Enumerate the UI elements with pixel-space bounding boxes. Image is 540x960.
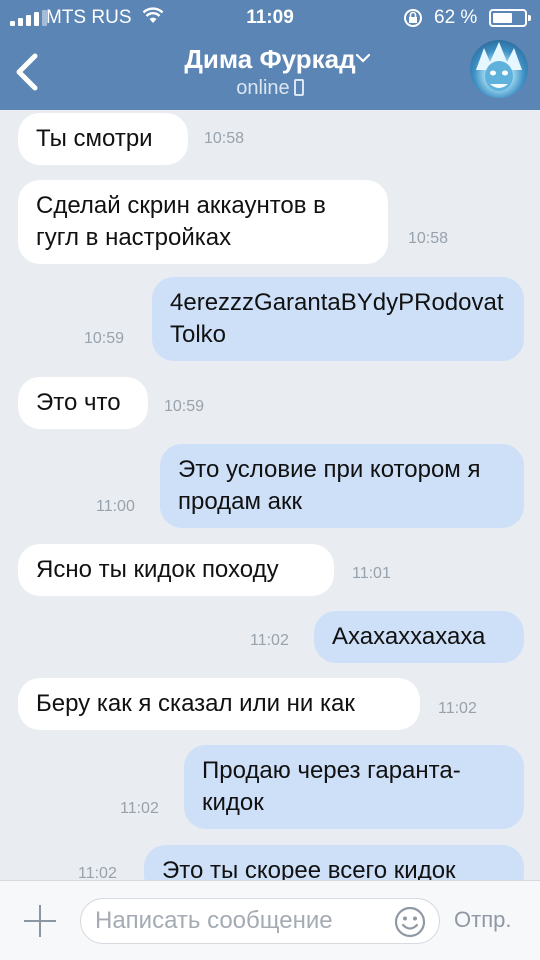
- outgoing-message[interactable]: 4erezzzGarantaBYdyPRodovatTolko: [152, 277, 524, 361]
- presence-label: online: [236, 77, 290, 99]
- message-timestamp: 11:02: [250, 632, 289, 649]
- message-timestamp: 11:02: [438, 700, 477, 717]
- message-timestamp: 11:02: [120, 800, 159, 817]
- message-field[interactable]: [80, 898, 440, 944]
- outgoing-message[interactable]: Это условие при котором я продам акк: [160, 444, 524, 528]
- battery-icon: [489, 9, 531, 27]
- message-timestamp: 10:58: [204, 130, 245, 147]
- outgoing-message[interactable]: Ахахаххахаха: [314, 611, 524, 663]
- message-timestamp: 11:02: [78, 865, 117, 880]
- dropdown-chevron-icon[interactable]: [355, 52, 371, 64]
- incoming-message[interactable]: Ясно ты кидок походу: [18, 544, 334, 596]
- outgoing-message[interactable]: Это ты скорее всего кидок: [144, 845, 524, 880]
- presence-status: online: [0, 77, 540, 100]
- plus-icon[interactable]: [24, 905, 56, 937]
- incoming-message[interactable]: Беру как я сказал или ни как: [18, 678, 420, 730]
- message-timestamp: 11:01: [352, 565, 391, 582]
- message-timestamp: 10:58: [408, 230, 449, 247]
- lock-rotation-icon: [404, 9, 422, 27]
- header-bar: MTS RUS 11:09 62 % Дима Фуркад online: [0, 0, 540, 110]
- message-timestamp: 11:00: [96, 498, 135, 515]
- avatar[interactable]: [470, 40, 528, 98]
- message-input[interactable]: [95, 905, 390, 937]
- incoming-message[interactable]: Сделай скрин аккаунтов в гугл в настройк…: [18, 180, 388, 264]
- incoming-message[interactable]: Ты смотри: [18, 113, 188, 165]
- incoming-message[interactable]: Это что: [18, 377, 148, 429]
- send-button[interactable]: Отпр.: [454, 907, 511, 933]
- battery-percent: 62 %: [434, 7, 478, 28]
- phone-icon: [293, 79, 304, 96]
- message-timestamp: 10:59: [84, 330, 125, 347]
- message-timestamp: 10:59: [164, 398, 205, 415]
- contact-name[interactable]: Дима Фуркад: [0, 44, 540, 75]
- status-bar: MTS RUS 11:09 62 %: [0, 0, 540, 36]
- outgoing-message[interactable]: Продаю через гаранта-кидок: [184, 745, 524, 829]
- composer-bar: Отпр.: [0, 880, 540, 960]
- smiley-icon[interactable]: [394, 906, 426, 938]
- message-list[interactable]: Ты смотри 10:58 Сделай скрин аккаунтов в г…: [0, 110, 540, 880]
